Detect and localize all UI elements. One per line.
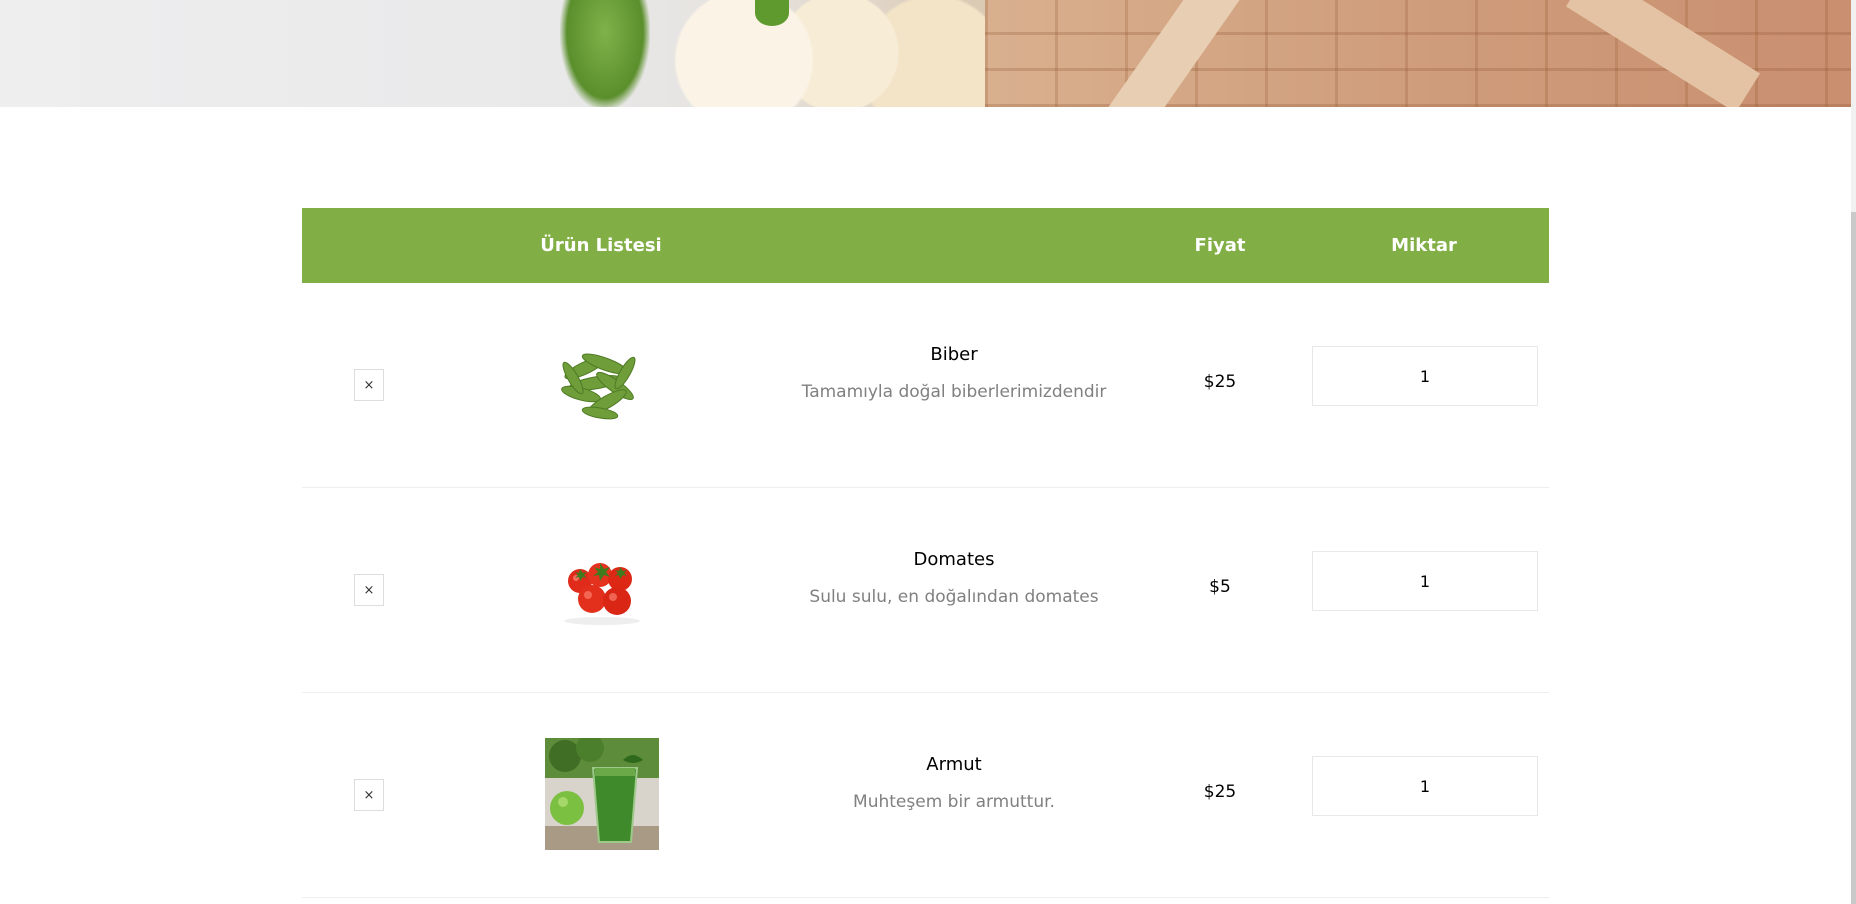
product-price: $5 bbox=[1209, 577, 1231, 597]
quantity-input[interactable] bbox=[1312, 346, 1538, 406]
table-row: × Domates Sulu sulu, en doğalından domat… bbox=[302, 488, 1549, 693]
table-row: × Armut Muhteşem bir armuttur. $25 bbox=[302, 693, 1549, 898]
remove-item-button[interactable]: × bbox=[354, 574, 384, 606]
product-description: Muhteşem bir armuttur. bbox=[853, 792, 1055, 812]
table-header: Ürün Listesi Fiyat Miktar bbox=[302, 208, 1549, 283]
product-description: Sulu sulu, en doğalından domates bbox=[809, 587, 1099, 607]
quantity-input[interactable] bbox=[1312, 551, 1538, 611]
scrollbar-thumb[interactable] bbox=[1851, 212, 1856, 904]
product-price: $25 bbox=[1203, 372, 1237, 392]
close-icon: × bbox=[363, 377, 375, 393]
product-name: Domates bbox=[913, 549, 995, 570]
cart-table: Ürün Listesi Fiyat Miktar × Biber Tamamı… bbox=[302, 208, 1549, 898]
hero-cauliflower bbox=[630, 0, 1010, 107]
remove-item-button[interactable]: × bbox=[354, 369, 384, 401]
product-image-green-juice bbox=[545, 738, 659, 850]
hero-leaf bbox=[755, 0, 789, 26]
product-name: Biber bbox=[930, 344, 978, 365]
product-image-pepper bbox=[545, 328, 659, 440]
header-quantity: Miktar bbox=[1391, 235, 1457, 256]
product-description: Tamamıyla doğal biberlerimizdendir bbox=[801, 382, 1107, 402]
table-row: × Biber Tamamıyla doğal biberlerimizdend… bbox=[302, 283, 1549, 488]
product-name: Armut bbox=[926, 754, 982, 775]
header-product-list: Ürün Listesi bbox=[540, 235, 662, 256]
product-price: $25 bbox=[1203, 782, 1237, 802]
close-icon: × bbox=[363, 582, 375, 598]
close-icon: × bbox=[363, 787, 375, 803]
header-price: Fiyat bbox=[1194, 235, 1246, 256]
hero-banner-image bbox=[0, 0, 1851, 107]
product-image-tomato bbox=[545, 533, 659, 645]
quantity-input[interactable] bbox=[1312, 756, 1538, 816]
remove-item-button[interactable]: × bbox=[354, 779, 384, 811]
